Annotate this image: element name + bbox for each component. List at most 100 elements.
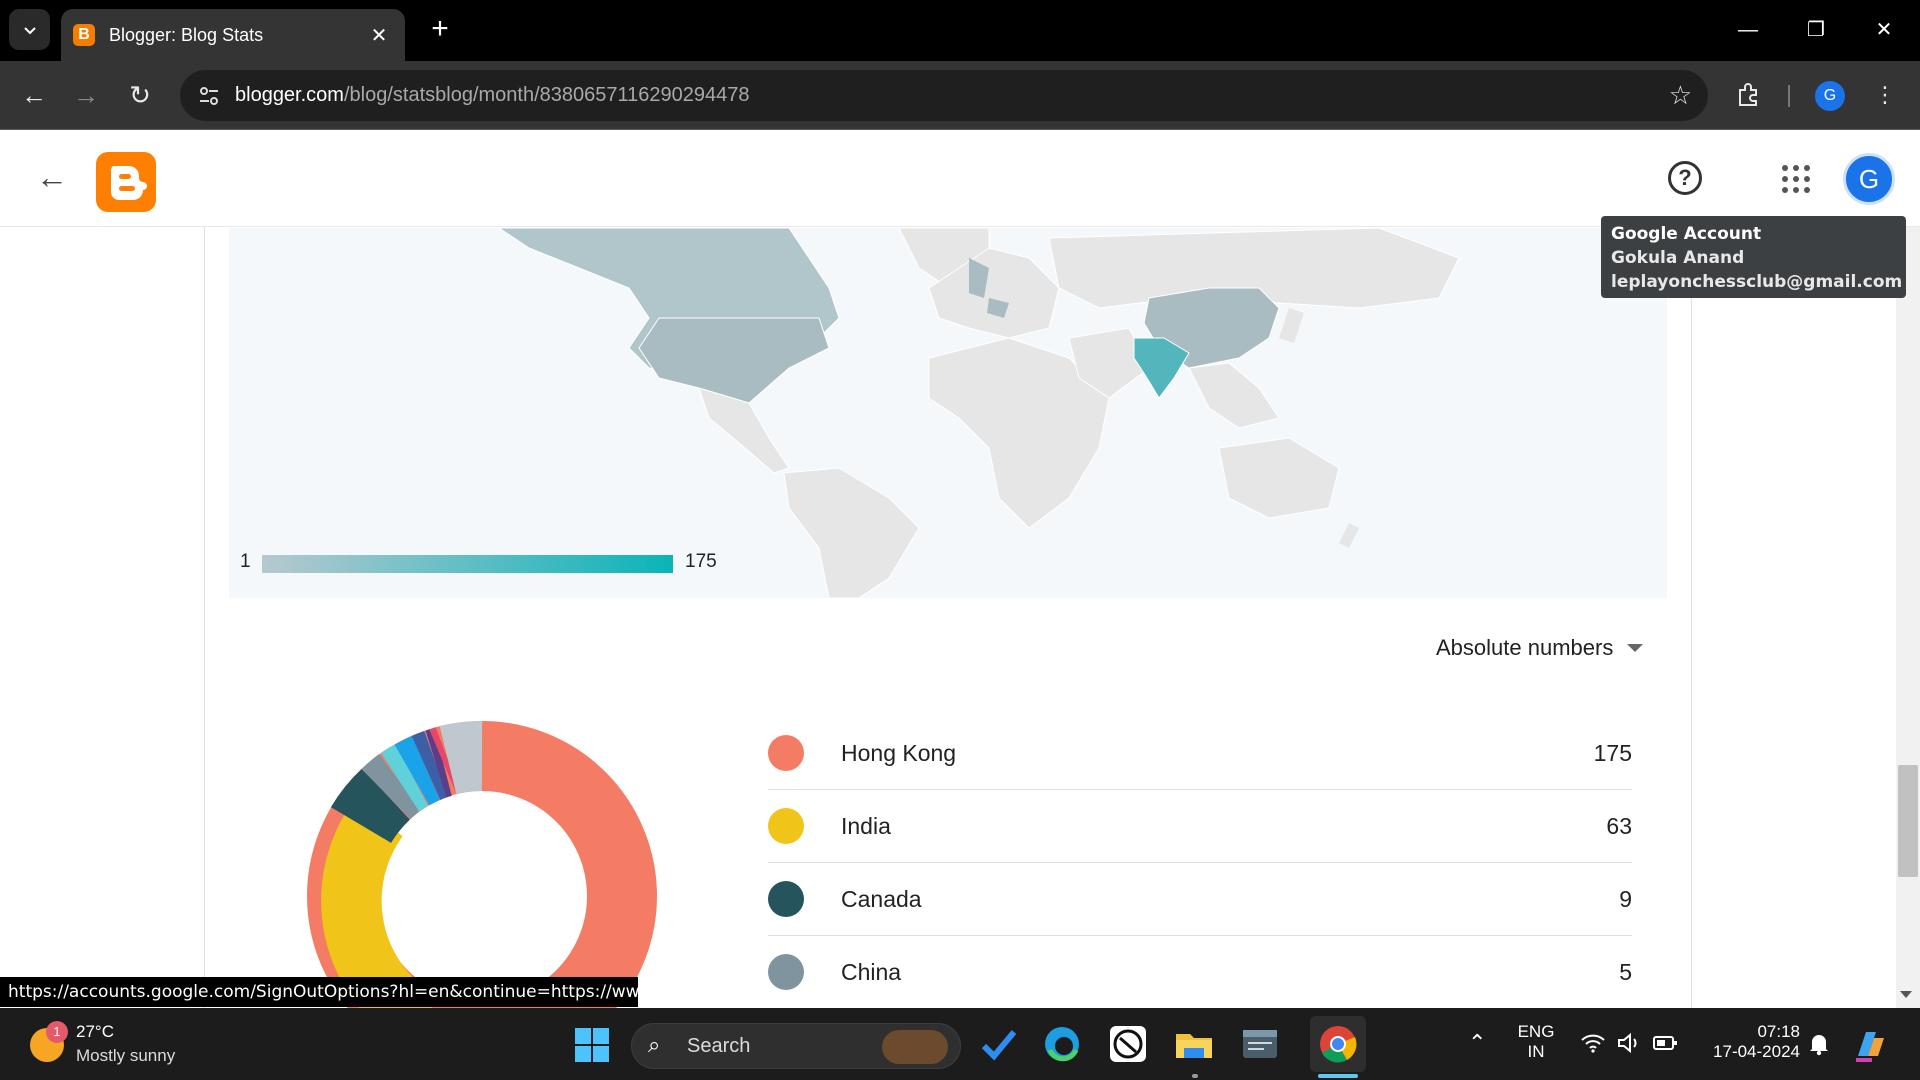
terminal-app-icon[interactable]: [1240, 1024, 1280, 1064]
blogger-logo-icon[interactable]: [96, 152, 156, 212]
world-map-shapes: [498, 228, 1460, 598]
restore-icon[interactable]: ❐: [1796, 12, 1836, 48]
country-list: Hong Kong 175 India 63 Canada 9 China 5: [768, 717, 1632, 1008]
view-mode-label: Absolute numbers: [1436, 635, 1614, 660]
tooltip-title: Google Account: [1611, 224, 1762, 244]
volume-icon[interactable]: [1616, 1032, 1642, 1054]
toolbar-divider: [1788, 85, 1790, 107]
browser-menu-icon[interactable]: ⋮: [1870, 75, 1900, 115]
page-scrollbar-track[interactable]: [1896, 227, 1920, 1008]
map-legend-min: 1: [240, 551, 251, 572]
country-row[interactable]: Hong Kong 175: [768, 717, 1632, 790]
country-name: Hong Kong: [841, 740, 957, 766]
country-name: China: [841, 959, 902, 985]
extensions-icon[interactable]: [1728, 75, 1768, 115]
tooltip-email: leplayonchessclub@gmail.com: [1611, 272, 1903, 292]
country-count: 175: [1593, 740, 1632, 766]
browser-profile-avatar[interactable]: G: [1815, 81, 1845, 111]
donut-slice-other[interactable]: [411, 731, 449, 801]
dropdown-caret-icon: [1627, 644, 1644, 652]
country-color-dot: [768, 954, 804, 990]
site-info-icon[interactable]: [196, 83, 222, 109]
country-color-dot: [768, 881, 804, 917]
donut-slice-other[interactable]: [394, 735, 441, 806]
country-name: India: [841, 813, 891, 839]
back-icon[interactable]: ←: [14, 75, 54, 115]
url-text: blogger.com/blog/statsblog/month/8380657…: [235, 84, 750, 107]
clock-date: 17-04-2024: [1713, 1042, 1800, 1061]
donut-slice-canada[interactable]: [330, 768, 411, 844]
weather-badge: 1: [46, 1021, 68, 1043]
chrome-browser-icon[interactable]: [1318, 1024, 1358, 1064]
status-bar-url: https://accounts.google.com/SignOutOptio…: [0, 977, 638, 1007]
weather-description[interactable]: Mostly sunny: [76, 1046, 175, 1066]
country-donut-chart[interactable]: [302, 716, 662, 1008]
clock-time: 07:18: [1757, 1022, 1800, 1041]
url-domain: blogger.com: [235, 84, 344, 106]
close-tab-icon[interactable]: ✕: [365, 23, 393, 48]
browser-toolbar: ← → ↻ blogger.com/blog/statsblog/month/8…: [0, 61, 1920, 130]
new-tab-button[interactable]: +: [424, 14, 456, 46]
app-bar: ← ? G: [0, 131, 1920, 227]
search-highlight-image: [882, 1030, 948, 1064]
browser-tab-bar: B Blogger: Blog Stats ✕ + — ❐ ✕: [0, 0, 1920, 61]
notification-bell-icon[interactable]: [1808, 1032, 1830, 1056]
language-code: ENG: [1517, 1022, 1555, 1041]
world-map[interactable]: [229, 228, 1667, 598]
reload-icon[interactable]: ↻: [120, 75, 160, 115]
donut-slice-other[interactable]: [425, 728, 452, 798]
taskbar-search-label: Search: [687, 1035, 751, 1057]
country-color-dot: [768, 808, 804, 844]
donut-slice-other[interactable]: [429, 727, 461, 795]
file-explorer-indicator: [1192, 1074, 1198, 1078]
windows-start-icon[interactable]: [575, 1028, 611, 1064]
country-row[interactable]: Canada 9: [768, 863, 1632, 936]
obs-app-icon[interactable]: [1108, 1024, 1148, 1064]
todo-app-icon[interactable]: [978, 1024, 1018, 1064]
scroll-down-arrow-icon[interactable]: [1900, 991, 1912, 998]
chevron-down-icon: [23, 26, 36, 34]
battery-icon[interactable]: [1652, 1033, 1678, 1053]
language-region: IN: [1527, 1042, 1545, 1061]
copilot-icon[interactable]: [1852, 1028, 1890, 1062]
country-count: 9: [1619, 886, 1632, 912]
country-name: Canada: [841, 886, 922, 912]
forward-icon[interactable]: →: [66, 75, 106, 115]
input-language[interactable]: ENG IN: [1512, 1022, 1560, 1062]
help-icon[interactable]: ?: [1668, 161, 1702, 195]
clock[interactable]: 07:18 17-04-2024: [1698, 1022, 1800, 1062]
search-icon: ⌕: [648, 1032, 661, 1057]
map-legend-max: 175: [685, 551, 717, 572]
donut-slice-china[interactable]: [361, 753, 422, 820]
google-account-avatar[interactable]: G: [1843, 153, 1895, 205]
tray-overflow-chevron-icon[interactable]: ⌃: [1468, 1030, 1486, 1056]
country-count: 63: [1606, 813, 1632, 839]
country-color-dot: [768, 735, 804, 771]
url-path: /blog/statsblog/month/838065711629029447…: [343, 84, 750, 106]
windows-taskbar: 1 27°C Mostly sunny ⌕ Search ⌃ ENG IN 07…: [0, 1008, 1920, 1080]
google-apps-icon[interactable]: [1782, 165, 1810, 193]
close-window-icon[interactable]: ✕: [1864, 12, 1904, 48]
map-legend-gradient: [262, 555, 673, 573]
view-mode-dropdown[interactable]: Absolute numbers: [1436, 635, 1644, 661]
blogger-favicon-icon: B: [73, 24, 95, 46]
google-account-tooltip: Google Account Gokula Anand leplayonches…: [1601, 216, 1906, 298]
minimize-icon[interactable]: —: [1728, 12, 1768, 48]
address-bar[interactable]: blogger.com/blog/statsblog/month/8380657…: [180, 70, 1708, 121]
page-scrollbar-thumb[interactable]: [1898, 765, 1918, 877]
tooltip-name: Gokula Anand: [1611, 248, 1745, 268]
weather-temperature[interactable]: 27°C: [76, 1022, 114, 1042]
country-row[interactable]: India 63: [768, 790, 1632, 863]
file-explorer-icon[interactable]: [1174, 1024, 1214, 1064]
edge-browser-icon[interactable]: [1042, 1024, 1082, 1064]
bookmark-star-icon[interactable]: ☆: [1669, 80, 1692, 111]
active-tab[interactable]: B Blogger: Blog Stats ✕: [61, 9, 405, 61]
wifi-icon[interactable]: [1580, 1032, 1606, 1054]
country-row[interactable]: China 5: [768, 936, 1632, 1008]
chrome-active-indicator: [1318, 1074, 1358, 1078]
donut-slice-other[interactable]: [439, 721, 483, 795]
taskbar-search[interactable]: ⌕ Search: [631, 1023, 961, 1069]
tab-search-button[interactable]: [9, 9, 50, 50]
donut-slice-other[interactable]: [380, 743, 429, 812]
back-arrow-icon[interactable]: ←: [36, 159, 72, 195]
